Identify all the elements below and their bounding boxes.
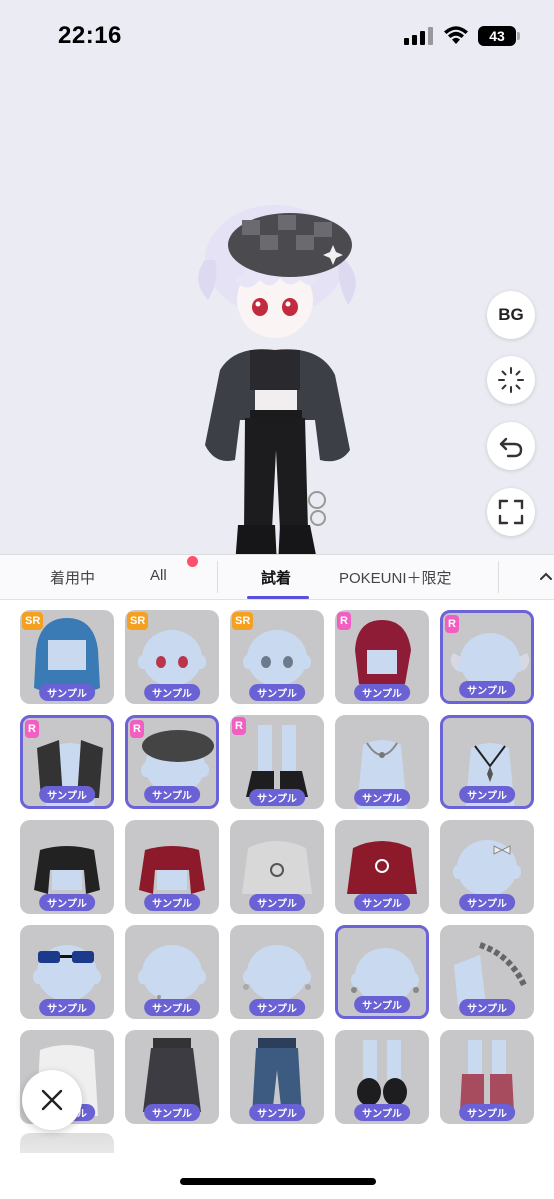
- rarity-badge: R: [232, 717, 246, 735]
- item-card[interactable]: サンプル: [230, 925, 324, 1019]
- sample-tag: サンプル: [459, 681, 515, 698]
- item-card[interactable]: SR サンプル: [230, 610, 324, 704]
- item-card[interactable]: R サンプル: [440, 610, 534, 704]
- item-card[interactable]: R サンプル: [125, 715, 219, 809]
- avatar-stage: BG: [0, 70, 554, 577]
- item-grid: SR サンプル SR サンプル SR サンプル R サンプル R サンプル R サンプル R サンプル R サ…: [0, 600, 554, 1199]
- rarity-badge: R: [337, 612, 351, 630]
- sample-tag: サンプル: [39, 786, 95, 803]
- sample-tag: サンプル: [144, 786, 200, 803]
- rarity-badge: R: [445, 615, 459, 633]
- item-card[interactable]: サンプル: [125, 925, 219, 1019]
- bg-button[interactable]: BG: [487, 291, 535, 339]
- sample-tag: サンプル: [459, 999, 515, 1016]
- sample-tag: サンプル: [39, 684, 95, 701]
- item-card[interactable]: サンプル: [335, 715, 429, 809]
- bottom-fade: [0, 1130, 554, 1199]
- sample-tag: サンプル: [144, 894, 200, 911]
- item-card[interactable]: サンプル: [230, 820, 324, 914]
- sample-tag: サンプル: [354, 996, 410, 1013]
- fullscreen-icon: [498, 499, 524, 525]
- wifi-icon: [444, 26, 468, 44]
- close-button[interactable]: [22, 1070, 82, 1130]
- item-card[interactable]: R サンプル: [335, 610, 429, 704]
- fullscreen-button[interactable]: [487, 488, 535, 536]
- rarity-badge: R: [25, 720, 39, 738]
- battery-icon: 43: [478, 26, 520, 46]
- tab-divider: [498, 561, 499, 593]
- tab-pokeuni-limited[interactable]: POKEUNI＋限定: [339, 567, 452, 588]
- item-card[interactable]: サンプル: [230, 1030, 324, 1124]
- item-card[interactable]: サンプル: [440, 715, 534, 809]
- item-card[interactable]: サンプル: [20, 820, 114, 914]
- item-card[interactable]: サンプル: [440, 1030, 534, 1124]
- item-card[interactable]: サンプル: [335, 820, 429, 914]
- sparkle-icon: [498, 367, 524, 393]
- item-card[interactable]: サンプル: [335, 925, 429, 1019]
- rarity-badge: SR: [127, 612, 149, 630]
- status-time: 22:16: [58, 22, 122, 49]
- sample-tag: サンプル: [144, 1104, 200, 1121]
- home-indicator: [180, 1178, 376, 1185]
- effect-button[interactable]: [487, 356, 535, 404]
- sample-tag: サンプル: [354, 789, 410, 806]
- chevron-up-icon[interactable]: [538, 569, 554, 585]
- sample-tag: サンプル: [249, 894, 305, 911]
- sample-tag: サンプル: [354, 684, 410, 701]
- item-card[interactable]: SR サンプル: [125, 610, 219, 704]
- category-tabbar: 着用中 All 試着 POKEUNI＋限定: [0, 554, 554, 600]
- rarity-badge: R: [130, 720, 144, 738]
- undo-button[interactable]: [487, 422, 535, 470]
- item-card[interactable]: サンプル: [335, 1030, 429, 1124]
- tab-divider: [217, 561, 218, 593]
- avatar-figure: [198, 205, 356, 577]
- item-card[interactable]: サンプル: [125, 820, 219, 914]
- sample-tag: サンプル: [249, 1104, 305, 1121]
- item-card[interactable]: R サンプル: [20, 715, 114, 809]
- active-tab-indicator: [247, 596, 309, 599]
- status-bar: 22:16 43: [0, 0, 554, 70]
- sample-tag: サンプル: [354, 1104, 410, 1121]
- sample-tag: サンプル: [459, 786, 515, 803]
- item-card[interactable]: サンプル: [440, 925, 534, 1019]
- item-card[interactable]: サンプル: [440, 820, 534, 914]
- item-card[interactable]: R サンプル: [230, 715, 324, 809]
- sample-tag: サンプル: [459, 894, 515, 911]
- undo-icon: [499, 437, 523, 458]
- sample-tag: サンプル: [39, 894, 95, 911]
- sample-tag: サンプル: [144, 684, 200, 701]
- sample-tag: サンプル: [249, 789, 305, 806]
- rarity-badge: SR: [232, 612, 254, 630]
- tab-all[interactable]: All: [150, 567, 167, 584]
- rarity-badge: SR: [22, 612, 44, 630]
- sample-tag: サンプル: [144, 999, 200, 1016]
- sample-tag: サンプル: [249, 684, 305, 701]
- sample-tag: サンプル: [249, 999, 305, 1016]
- notification-dot: [187, 556, 198, 567]
- item-card[interactable]: サンプル: [20, 925, 114, 1019]
- tab-try-on[interactable]: 試着: [261, 567, 291, 588]
- item-card[interactable]: SR サンプル: [20, 610, 114, 704]
- signal-icon: [404, 27, 434, 45]
- sample-tag: サンプル: [39, 999, 95, 1016]
- tab-wearing[interactable]: 着用中: [50, 567, 95, 588]
- sample-tag: サンプル: [459, 1104, 515, 1121]
- sample-tag: サンプル: [354, 894, 410, 911]
- item-card[interactable]: サンプル: [125, 1030, 219, 1124]
- close-icon: [41, 1089, 63, 1111]
